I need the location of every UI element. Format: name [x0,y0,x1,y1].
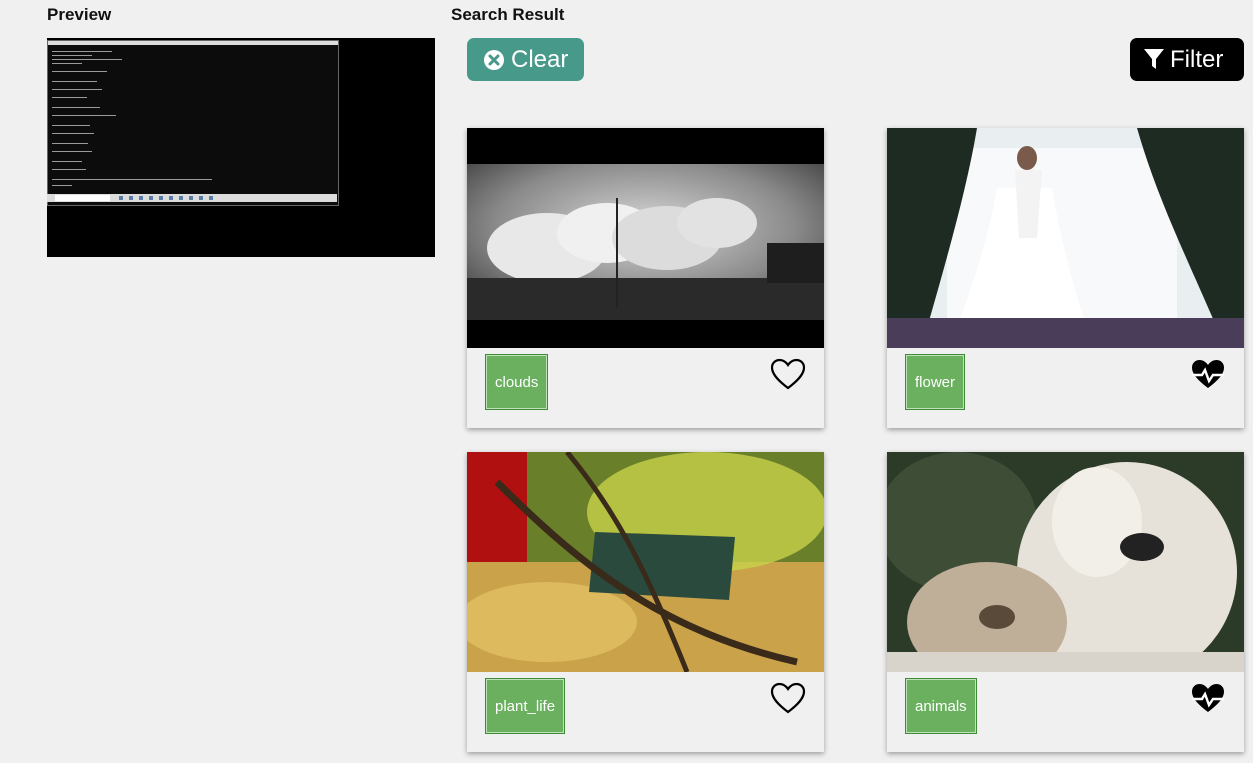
result-image-clouds[interactable] [467,128,824,348]
result-card: flower [887,128,1244,428]
result-card: clouds [467,128,824,428]
search-result-title: Search Result [451,5,565,24]
heart-outline-icon[interactable] [770,682,806,719]
heartbeat-icon[interactable] [1190,682,1226,719]
result-card: plant_life [467,452,824,752]
clear-button[interactable]: Clear [467,38,584,81]
result-image-animals[interactable] [887,452,1244,672]
preview-title: Preview [47,5,112,24]
tag-label[interactable]: animals [905,678,977,734]
preview-terminal-window [47,40,339,206]
preview-taskbar [47,194,337,202]
result-image-flower[interactable] [887,128,1244,348]
preview-image [47,38,435,257]
tag-label[interactable]: clouds [485,354,549,410]
result-card: animals [887,452,1244,752]
result-image-plant-life[interactable] [467,452,824,672]
heart-outline-icon[interactable] [770,358,806,395]
times-circle-icon [484,49,504,70]
filter-button[interactable]: Filter [1130,38,1244,81]
filter-button-label: Filter [1170,45,1224,73]
tag-label[interactable]: flower [905,354,966,410]
tag-label[interactable]: plant_life [485,678,566,734]
heartbeat-icon[interactable] [1190,358,1226,395]
filter-icon [1144,49,1164,69]
clear-button-label: Clear [511,45,569,73]
